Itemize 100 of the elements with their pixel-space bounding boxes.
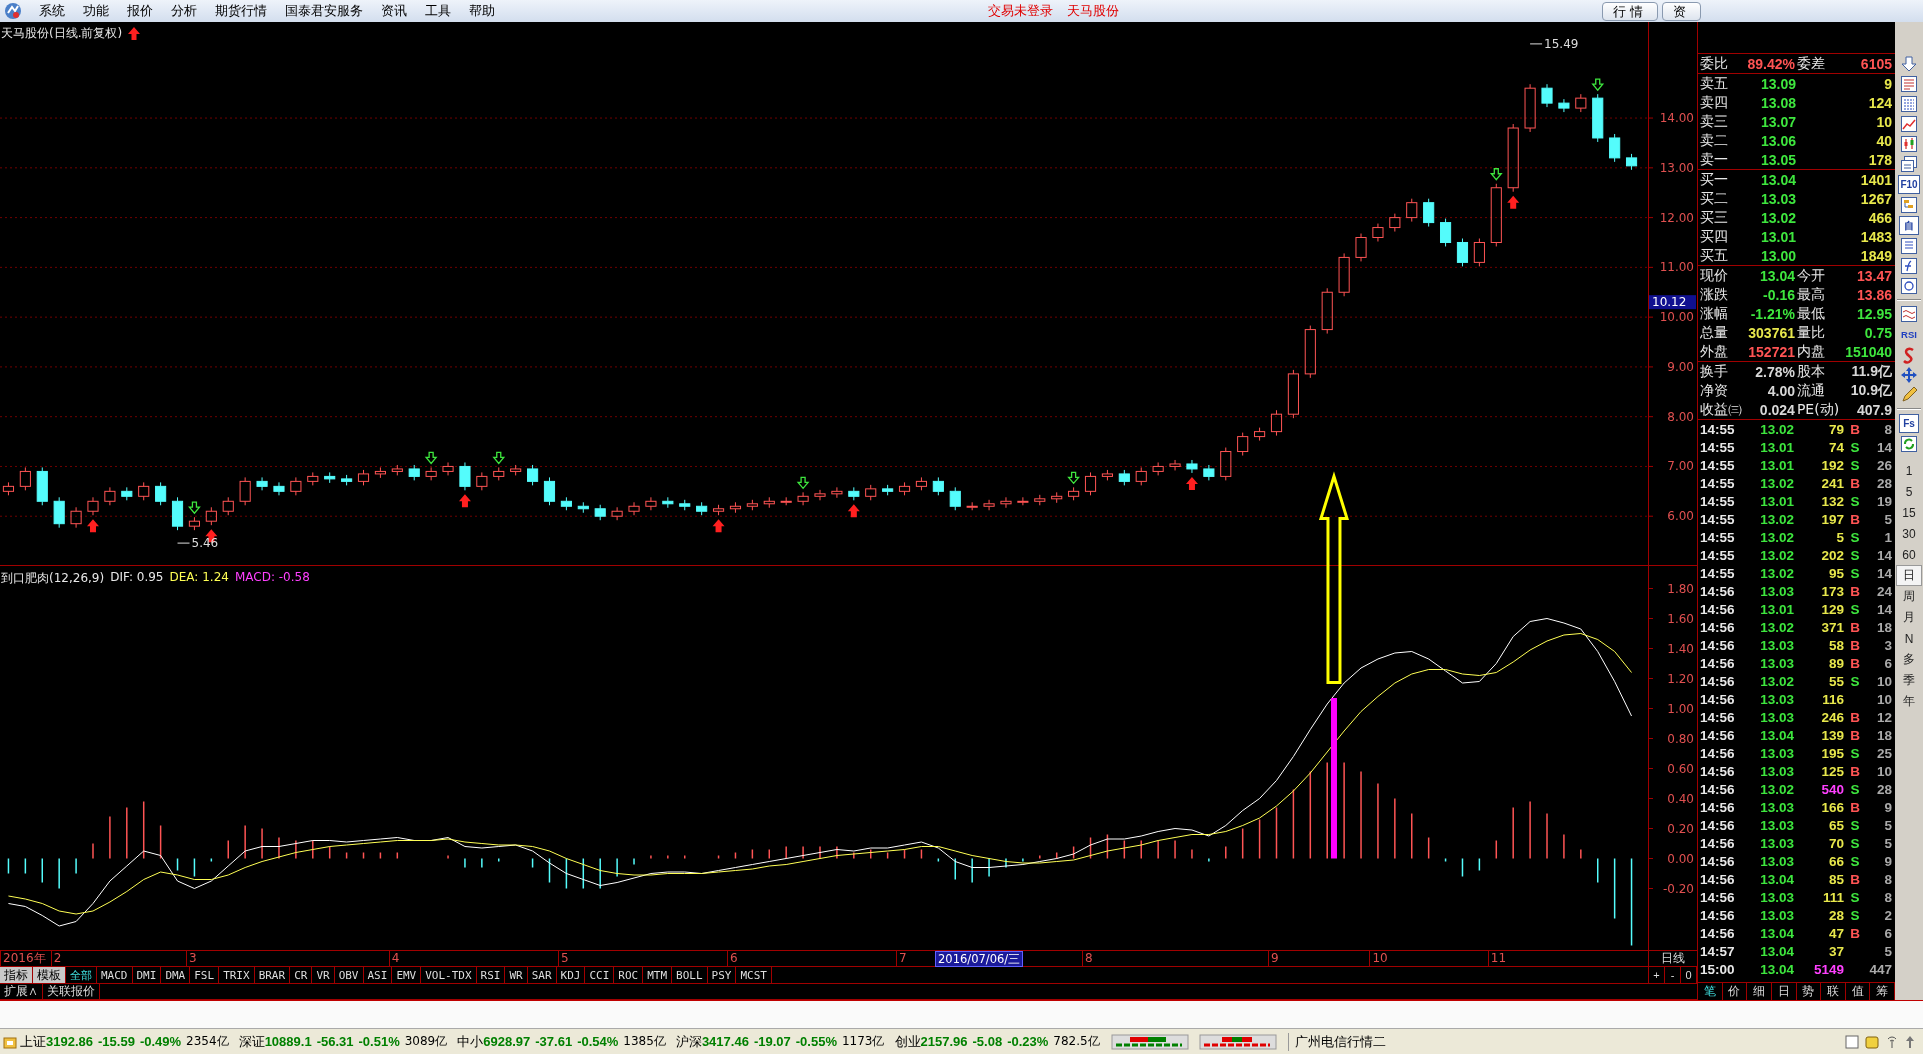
candlestick (780, 496, 792, 506)
menu-item[interactable]: 工具 (416, 2, 460, 20)
toolbar-button[interactable]: RSI (1899, 325, 1919, 344)
candlestick (374, 466, 386, 479)
menu-item[interactable]: 系统 (30, 2, 74, 20)
period-button[interactable]: 日 (1896, 565, 1922, 586)
period-button[interactable]: 1 (1896, 460, 1922, 481)
trade-count: 24 (1875, 583, 1892, 599)
trade-side: B (1849, 511, 1861, 527)
period-button[interactable]: 多 (1896, 649, 1922, 670)
date-label: 2016年 (0, 951, 46, 966)
period-button[interactable]: 30 (1896, 523, 1922, 544)
period-button[interactable]: 5 (1896, 481, 1922, 502)
candlestick (1507, 123, 1519, 193)
signal-icon[interactable] (1885, 1034, 1899, 1049)
tick-mark (1648, 316, 1654, 318)
menu-item[interactable]: 资讯 (372, 2, 416, 20)
period-button[interactable]: 15 (1896, 502, 1922, 523)
axis-label: 1.20 (1667, 671, 1694, 686)
candlestick (1558, 98, 1570, 113)
folder-icon[interactable] (3, 1034, 17, 1049)
trade-count: 14 (1875, 439, 1892, 455)
toolbar-button[interactable]: 模板 (33, 967, 66, 983)
price-value: 13.08 (1759, 94, 1796, 111)
axis-label: 0.40 (1667, 791, 1694, 806)
trade-count: 9 (1883, 799, 1892, 815)
quote-value: -0.16 (1762, 286, 1795, 303)
period-button[interactable]: 周 (1896, 586, 1922, 607)
menu-item[interactable]: 分析 (162, 2, 206, 20)
grid-icon[interactable] (1900, 95, 1918, 113)
tick-mark (1648, 648, 1654, 649)
row-label: 卖二 (1700, 131, 1729, 150)
tree-icon[interactable] (1900, 196, 1918, 214)
toolbar-button[interactable]: F10 (1898, 175, 1920, 194)
menu-item[interactable]: 国泰君安服务 (276, 2, 372, 20)
price-value: 13.09 (1759, 75, 1796, 92)
period-button[interactable]: 年 (1896, 691, 1922, 712)
trade-volume: 5149 (1812, 961, 1844, 977)
row-label: 涨跌 (1700, 285, 1728, 304)
date-label: 10 (1369, 951, 1388, 966)
list-icon[interactable] (1900, 75, 1918, 93)
candlestick (662, 496, 674, 509)
index-name: 深证 (238, 1032, 265, 1051)
move-icon[interactable] (1900, 366, 1918, 384)
date-label: 3 (185, 951, 197, 966)
trade-time: 14:56 (1700, 637, 1736, 653)
menu-item[interactable]: 期货行情 (206, 2, 276, 20)
candlestick (1254, 427, 1266, 442)
index-name: 创业 (894, 1032, 921, 1051)
trade-time: 14:55 (1700, 529, 1736, 545)
up-arrow-icon (458, 494, 471, 508)
period-button[interactable]: 季 (1896, 670, 1922, 691)
index-value: 10889.1 (264, 1034, 312, 1049)
menu-item[interactable]: 帮助 (460, 2, 504, 20)
period-button[interactable]: 月 (1896, 607, 1922, 628)
price-value: 13.05 (1759, 151, 1796, 168)
document-icon[interactable] (1900, 237, 1918, 255)
candlestick (543, 476, 556, 506)
axis-label: 1.00 (1667, 701, 1694, 716)
trade-time: 14:55 (1700, 421, 1736, 437)
volume-value: 178 (1867, 151, 1892, 168)
view-button[interactable]: 行情 (1602, 1, 1658, 21)
menu-item[interactable]: 报价 (118, 2, 162, 20)
row-label: 卖四 (1700, 93, 1729, 112)
toolbar-button[interactable]: 指标 (0, 967, 33, 983)
leader-line (1529, 43, 1543, 45)
wave-icon[interactable] (1900, 305, 1918, 323)
trade-time: 14:56 (1700, 799, 1736, 815)
candlestick (138, 481, 150, 501)
trade-volume: 132 (1820, 493, 1844, 509)
candlestick (1118, 469, 1130, 486)
candlestick (36, 466, 48, 506)
period-button[interactable]: 60 (1896, 544, 1922, 565)
trade-price: 13.03 (1759, 655, 1794, 671)
refresh-icon[interactable] (1900, 435, 1918, 453)
trade-time: 14:55 (1700, 475, 1736, 491)
trade-count: 26 (1875, 457, 1892, 473)
up-arrow-icon[interactable] (1905, 1034, 1915, 1049)
index-value: 2157.96 (920, 1034, 968, 1049)
function-icon[interactable] (1900, 257, 1918, 275)
down-arrow-icon[interactable] (1900, 55, 1918, 73)
candlestick (645, 496, 657, 511)
trade-price: 13.03 (1759, 817, 1794, 833)
tick-mark (1648, 678, 1654, 679)
candlestick (1372, 223, 1384, 242)
period-button[interactable]: N (1896, 628, 1922, 649)
pencil-icon[interactable] (1900, 386, 1918, 404)
toolbar-button[interactable]: Fs (1899, 414, 1919, 433)
view-button[interactable]: 资 (1662, 1, 1701, 21)
trade-side: S (1849, 601, 1861, 617)
trade-price: 13.04 (1759, 871, 1794, 887)
trade-side: S (1849, 745, 1861, 761)
windows-icon[interactable] (1900, 155, 1918, 173)
row-label: 换手 (1700, 362, 1728, 381)
trade-price: 13.03 (1759, 745, 1794, 761)
candle-icon[interactable] (1900, 135, 1918, 153)
line-chart-icon[interactable] (1900, 115, 1918, 133)
menu-item[interactable]: 功能 (74, 2, 118, 20)
candlestick (1541, 83, 1553, 108)
toolbar-button[interactable]: 自 (1899, 216, 1919, 235)
